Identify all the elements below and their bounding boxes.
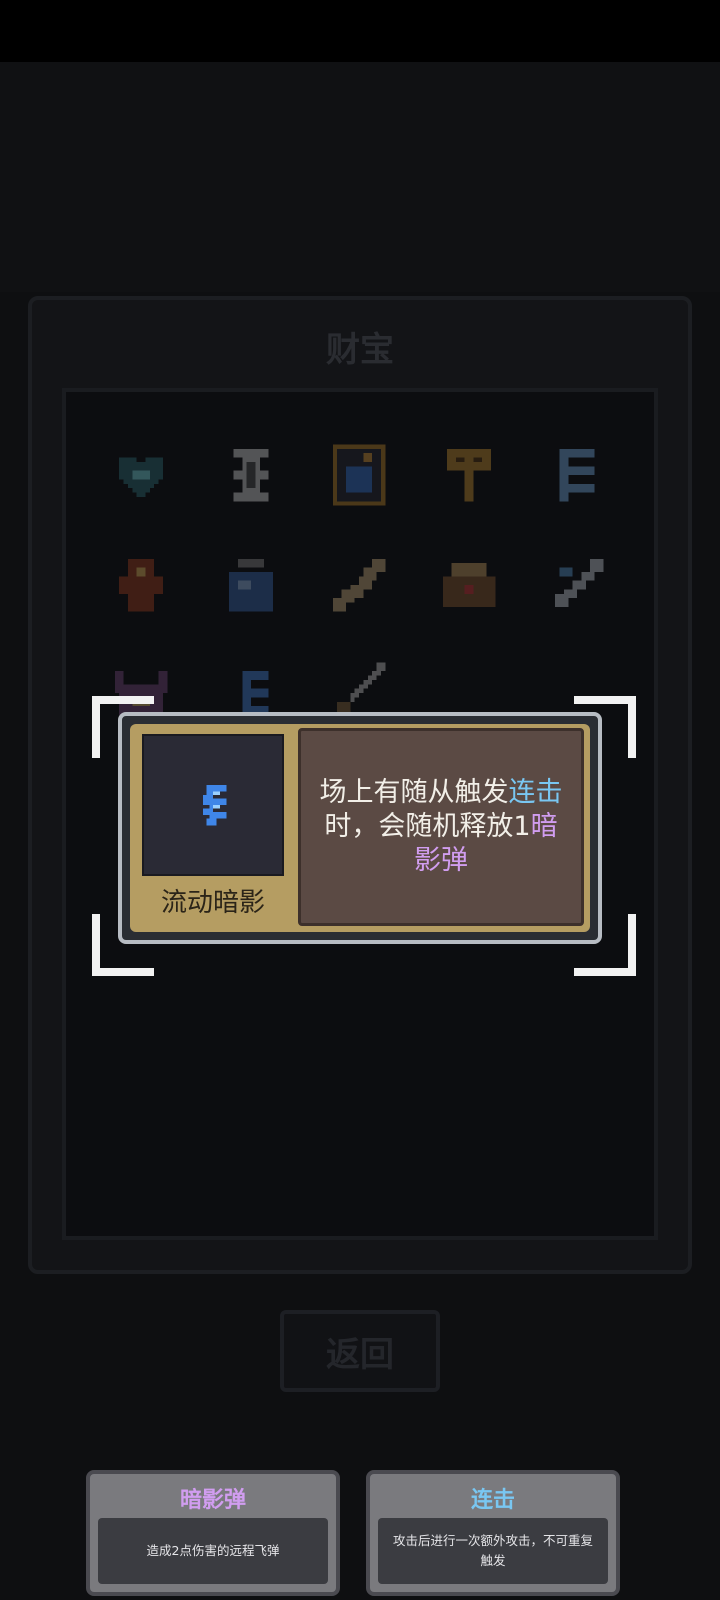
bone-icon[interactable] <box>324 550 394 620</box>
item-card-frame: 流动暗影 场上有随从触发连击时，会随机释放1暗影弹 <box>130 724 590 932</box>
item-description-box: 场上有随从触发连击时，会随机释放1暗影弹 <box>298 728 584 926</box>
wind-swirl-icon[interactable] <box>542 440 612 510</box>
feather-sword-icon[interactable] <box>542 550 612 620</box>
tooltip-shadow-bolt: 暗影弹 造成2点伤害的远程飞弹 <box>86 1470 340 1596</box>
hourglass-icon[interactable] <box>216 440 286 510</box>
status-bar <box>0 0 720 62</box>
desc-text-1: 场上有随从触发 <box>319 777 509 808</box>
item-detail-card[interactable]: 流动暗影 场上有随从触发连击时，会随机释放1暗影弹 <box>118 712 602 944</box>
potion-jar-icon[interactable] <box>216 550 286 620</box>
item-icon-box <box>142 734 284 876</box>
keyword-combo[interactable]: 连击 <box>509 777 563 808</box>
item-description: 场上有随从触发连击时，会随机释放1暗影弹 <box>311 776 571 878</box>
tooltip-combo: 连击 攻击后进行一次额外攻击，不可重复触发 <box>366 1470 620 1596</box>
bomb-card-icon[interactable] <box>324 440 394 510</box>
panel-title: 财宝 <box>326 330 394 370</box>
dimmed-header-area <box>0 62 720 292</box>
back-button[interactable]: 返回 <box>280 1310 440 1392</box>
desc-text-2: 时，会随机释放1 <box>324 811 531 842</box>
idol-icon[interactable] <box>106 550 176 620</box>
tooltip-body: 造成2点伤害的远程飞弹 <box>98 1518 328 1584</box>
key-icon[interactable] <box>434 440 504 510</box>
tooltip-title: 暗影弹 <box>179 1488 246 1513</box>
chest-icon[interactable] <box>434 550 504 620</box>
item-name: 流动暗影 <box>160 888 265 918</box>
heart-gem-icon[interactable] <box>106 440 176 510</box>
shadow-flow-icon <box>202 784 227 826</box>
tooltip-title: 连击 <box>470 1488 515 1513</box>
tooltip-body: 攻击后进行一次额外攻击，不可重复触发 <box>378 1518 608 1584</box>
